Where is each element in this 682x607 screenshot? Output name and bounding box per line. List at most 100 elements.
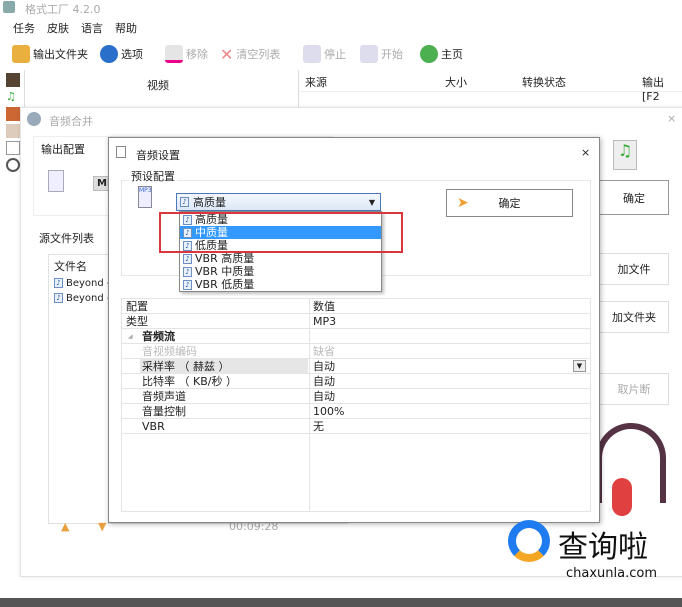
- property-name: 音视频编码: [142, 345, 197, 358]
- property-row[interactable]: 音视频编码 缺省: [122, 344, 590, 359]
- merge-ok-button[interactable]: 确定: [599, 180, 669, 215]
- settings-icon: [116, 146, 126, 158]
- audio-file-icon: ♪: [54, 278, 63, 288]
- tools-category-icon[interactable]: [6, 158, 20, 172]
- options-button[interactable]: 选项: [100, 42, 143, 66]
- preset-option[interactable]: ♪ VBR 高质量: [180, 252, 381, 265]
- audio-preset-icon: ♪: [183, 253, 192, 264]
- headphone-cup: [612, 478, 632, 516]
- property-name: 采样率 （ 赫兹 ）: [140, 359, 308, 374]
- property-name: 类型: [126, 315, 148, 328]
- dialog-close-button[interactable]: ×: [581, 146, 590, 159]
- add-file-button[interactable]: 加文件: [599, 253, 669, 285]
- source-list-label: 源文件列表: [39, 232, 94, 245]
- remove-icon: [165, 45, 183, 63]
- arrow-right-icon: ➤: [457, 195, 469, 211]
- property-row[interactable]: 音量控制 100%: [122, 404, 590, 419]
- value-dropdown-button[interactable]: ▼: [573, 360, 586, 372]
- move-up-button[interactable]: ▲: [61, 520, 69, 533]
- property-value: 数值: [313, 300, 335, 313]
- globe-icon: [420, 45, 438, 63]
- menu-skin[interactable]: 皮肤: [47, 20, 69, 36]
- watermark-brand: 查询啦: [558, 530, 648, 565]
- property-name: 音频流: [142, 330, 175, 343]
- start-icon: [360, 45, 378, 63]
- taskbar: [0, 598, 682, 607]
- file-item[interactable]: ♪ Beyond -: [54, 293, 111, 304]
- music-file-icon: ♫: [613, 140, 637, 170]
- video-category[interactable]: 视频: [147, 76, 169, 96]
- merge-title: 音频合并: [49, 115, 93, 128]
- annotation-highlight-box: [159, 212, 403, 253]
- property-name: 比特率 （ KB/秒 ）: [142, 375, 237, 388]
- remove-button[interactable]: 移除: [165, 42, 208, 66]
- menu-language[interactable]: 语言: [81, 20, 103, 36]
- file-item[interactable]: ♪ Beyond -: [54, 278, 111, 289]
- preset-option[interactable]: ♪ VBR 中质量: [180, 265, 381, 278]
- mp3-file-icon: [48, 170, 64, 192]
- property-name: 音频声道: [142, 390, 186, 403]
- output-config-label: 输出配置: [41, 143, 85, 156]
- collapse-icon[interactable]: ◢: [128, 329, 133, 344]
- preset-option[interactable]: ♪ VBR 低质量: [180, 278, 381, 291]
- property-value: 自动: [313, 390, 335, 403]
- audio-category-icon[interactable]: ♫: [6, 90, 20, 104]
- header-source[interactable]: 来源: [305, 74, 327, 90]
- audio-file-icon: ♪: [54, 293, 63, 303]
- property-value: 缺省: [313, 345, 335, 358]
- header-size[interactable]: 大小: [445, 74, 467, 90]
- menu-task[interactable]: 任务: [13, 20, 35, 36]
- menu-help[interactable]: 帮助: [115, 20, 137, 36]
- mp3-icon: MP3: [138, 186, 152, 208]
- app-icon: [3, 1, 15, 13]
- preset-select[interactable]: ♪ 高质量 ▼: [176, 193, 381, 211]
- watermark-url: chaxunla.com: [566, 566, 657, 581]
- property-value: 自动: [313, 360, 335, 373]
- watermark-logo: [508, 520, 550, 562]
- audio-preset-icon: ♪: [183, 266, 192, 277]
- property-name: 配置: [126, 300, 148, 313]
- output-folder-button[interactable]: 输出文件夹: [12, 42, 88, 66]
- merge-close-button[interactable]: ×: [667, 112, 676, 125]
- property-row[interactable]: 比特率 （ KB/秒 ） 自动: [122, 374, 590, 389]
- clear-list-button[interactable]: ✕ 清空列表: [220, 42, 280, 66]
- header-output[interactable]: 输出 [F2: [642, 74, 682, 103]
- header-status[interactable]: 转换状态: [522, 74, 566, 90]
- gear-icon: [100, 45, 118, 63]
- property-row[interactable]: ▼ 采样率 （ 赫兹 ） 自动: [122, 359, 590, 374]
- task-table-header: 来源 大小 转换状态 输出 [F2: [299, 70, 682, 103]
- add-folder-button[interactable]: 加文件夹: [599, 301, 669, 333]
- document-category-icon[interactable]: [6, 124, 20, 138]
- property-row[interactable]: 类型 MP3: [122, 314, 590, 329]
- properties-header: 配置 数值: [122, 299, 590, 314]
- app-title: 格式工厂 4.2.0: [25, 3, 101, 16]
- property-name: 音量控制: [142, 405, 186, 418]
- dialog-ok-button[interactable]: ➤ 确定: [446, 189, 573, 217]
- merge-icon: [27, 112, 41, 126]
- video-category-icon[interactable]: [6, 73, 20, 87]
- start-button[interactable]: 开始: [360, 42, 403, 66]
- stop-icon: [303, 45, 321, 63]
- file-name-header: 文件名: [54, 260, 87, 273]
- property-row[interactable]: ◢ 音频流: [122, 329, 590, 344]
- chevron-down-icon: ▼: [368, 197, 375, 207]
- dialog-title: 音频设置: [136, 149, 180, 162]
- menu-bar: 任务 皮肤 语言 帮助: [13, 20, 137, 36]
- image-category-icon[interactable]: [6, 107, 20, 121]
- audio-preset-icon: ♪: [183, 279, 192, 290]
- stop-button[interactable]: 停止: [303, 42, 346, 66]
- property-row[interactable]: 音频声道 自动: [122, 389, 590, 404]
- property-row[interactable]: VBR 无: [122, 419, 590, 434]
- move-down-button[interactable]: ▼: [98, 520, 106, 533]
- folder-icon: [12, 45, 30, 63]
- property-value: 100%: [313, 405, 345, 418]
- rom-category-icon[interactable]: [6, 141, 20, 155]
- property-value: 自动: [313, 375, 335, 388]
- home-button[interactable]: 主页: [420, 42, 463, 66]
- clip-button[interactable]: 取片断: [599, 373, 669, 405]
- property-value: 无: [313, 420, 324, 433]
- preset-group-label: 预设配置: [129, 168, 177, 184]
- clear-icon: ✕: [220, 44, 234, 64]
- property-name: VBR: [142, 420, 165, 433]
- properties-table: 配置 数值 类型 MP3 ◢ 音频流 音视频编码 缺省 ▼ 采样率 （ 赫兹 ）自动 比特率 （ K…: [121, 298, 591, 512]
